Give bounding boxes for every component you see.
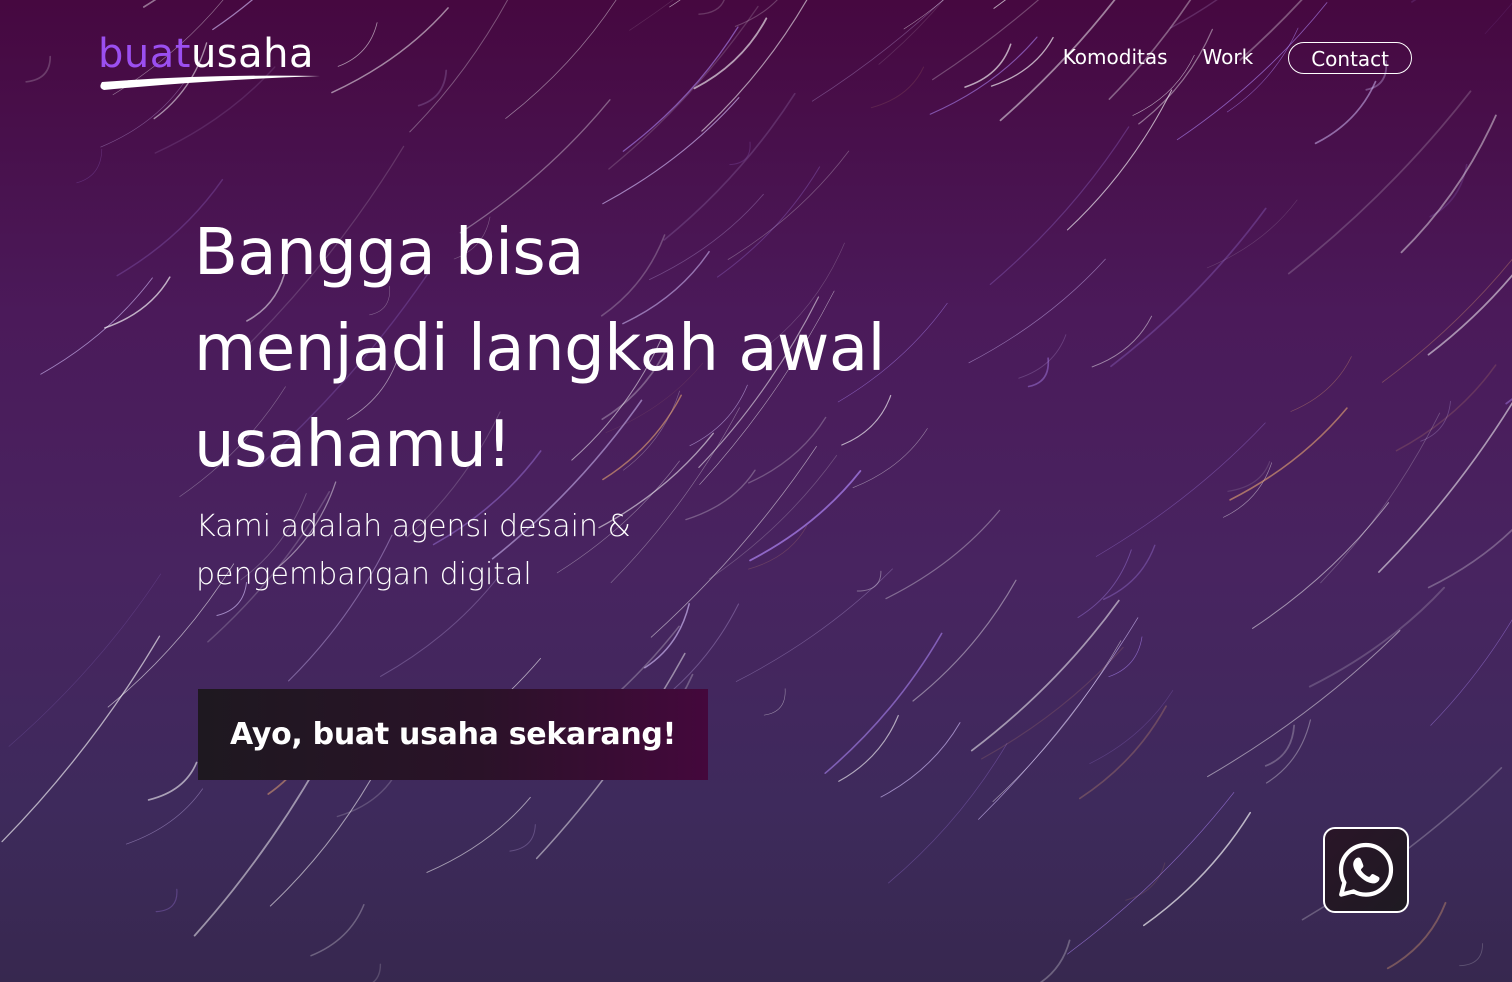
whatsapp-icon bbox=[1338, 842, 1394, 897]
hero-heading-line-2: menjadi langkah awal bbox=[194, 312, 885, 386]
cta-button[interactable]: Ayo, buat usaha sekarang! bbox=[198, 689, 708, 780]
nav-link-work[interactable]: Work bbox=[1203, 40, 1254, 75]
nav-link-komoditas[interactable]: Komoditas bbox=[1063, 40, 1168, 75]
hero-heading: Bangga bisa menjadi langkah awal usahamu… bbox=[194, 205, 1054, 493]
site-header: buatusaha Komoditas Work Contact bbox=[0, 0, 1512, 120]
hero-subtitle-line-1: Kami adalah agensi desain & bbox=[196, 509, 631, 544]
hero-heading-line-1: Bangga bisa bbox=[194, 216, 584, 290]
main-nav: Komoditas Work Contact bbox=[1063, 40, 1412, 75]
whatsapp-button[interactable] bbox=[1323, 827, 1409, 913]
hero-heading-line-3: usahamu! bbox=[194, 408, 512, 482]
brand-logo[interactable]: buatusaha bbox=[98, 30, 328, 94]
contact-button[interactable]: Contact bbox=[1288, 41, 1412, 74]
hero-subtitle: Kami adalah agensi desain & pengembangan… bbox=[196, 503, 756, 599]
logo-swoosh-icon bbox=[100, 75, 321, 90]
hero-subtitle-line-2: pengembangan digital bbox=[196, 557, 532, 592]
